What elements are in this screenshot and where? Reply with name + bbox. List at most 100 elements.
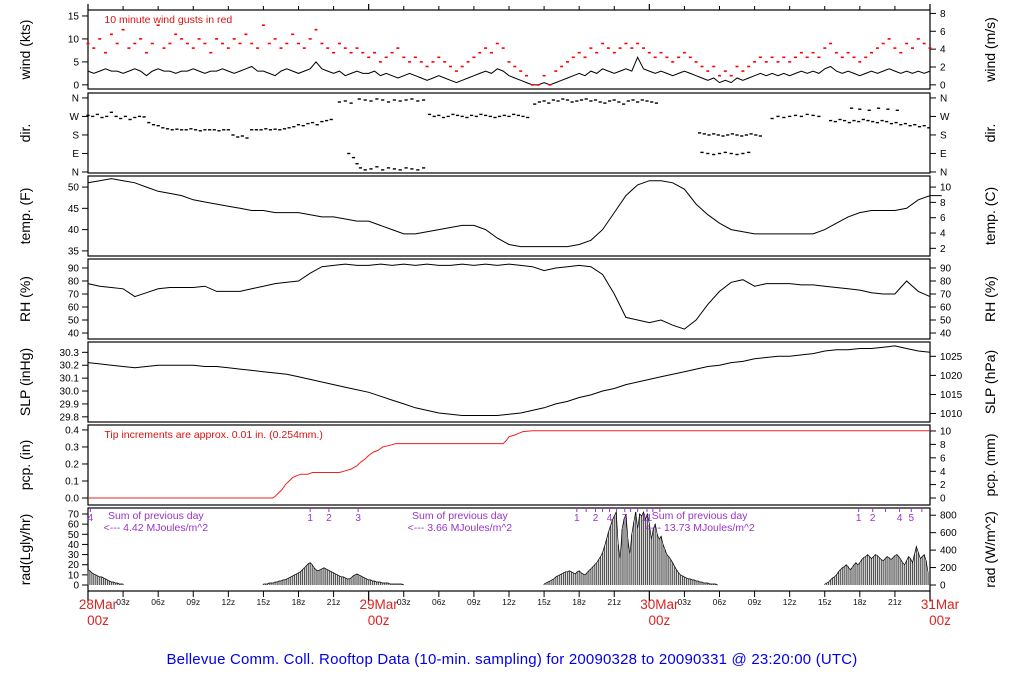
ytick-left-rad: 70: [68, 509, 80, 520]
hour-label: 15z: [818, 597, 832, 607]
ytick-left-dir: W: [70, 112, 80, 123]
rad-sum-label: Sum of previous day: [108, 510, 204, 522]
ytick-left-pcp: 0.1: [65, 477, 79, 488]
ytick-right-rh: 40: [940, 329, 952, 340]
ytick-left-rad: 40: [68, 540, 80, 551]
rad-sum-value: <--- 3.66 MJoules/m^2: [408, 522, 513, 534]
axis-title-right-temp: temp. (C): [982, 187, 998, 245]
axis-title-left-rad: rad(Lgly/hr): [17, 514, 33, 586]
ytick-right-wind: 0: [940, 80, 946, 91]
ytick-right-temp: 2: [940, 244, 946, 255]
ytick-left-temp: 40: [68, 225, 80, 236]
hour-label: 03z: [397, 597, 411, 607]
hour-label: 12z: [221, 597, 235, 607]
ytick-right-slp: 1010: [940, 409, 963, 420]
hour-label: 21z: [607, 597, 621, 607]
ytick-left-rad: 10: [68, 570, 80, 581]
ytick-right-dir: S: [940, 130, 947, 141]
hour-label: 03z: [116, 597, 130, 607]
rad-sum-value: <--- 13.73 MJoules/m^2: [644, 522, 754, 534]
axis-title-right-rad: rad (W/m^2): [982, 511, 998, 588]
axis-title-right-dir: dir.: [982, 124, 998, 143]
ytick-left-dir: N: [72, 93, 79, 104]
hour-label: 09z: [467, 597, 481, 607]
ytick-right-slp: 1020: [940, 371, 963, 382]
hour-label: 09z: [186, 597, 200, 607]
ytick-left-slp: 29.8: [60, 412, 80, 423]
ytick-right-temp: 4: [940, 229, 946, 240]
ytick-right-rad: 200: [940, 563, 957, 574]
ytick-left-temp: 50: [68, 183, 80, 194]
ytick-right-rh: 60: [940, 303, 952, 314]
rad-mj-mark: 3: [355, 513, 361, 524]
axis-title-right-wind: wind (m/s): [982, 17, 998, 83]
axis-title-left-slp: SLP (inHg): [17, 348, 33, 416]
day-label: 30Mar: [640, 597, 679, 612]
ytick-right-pcp: 10: [940, 426, 952, 437]
ytick-left-slp: 29.9: [60, 399, 80, 410]
ytick-right-pcp: 4: [940, 467, 946, 478]
ytick-right-rh: 50: [940, 316, 952, 327]
panel-rad: 0102030405060700200400600800rad(Lgly/hr)…: [17, 507, 998, 592]
ytick-left-slp: 30.2: [60, 361, 80, 372]
rad-sum-label: Sum of previous day: [412, 510, 508, 522]
ytick-right-rad: 400: [940, 546, 957, 557]
hour-label: 18z: [853, 597, 867, 607]
ytick-left-pcp: 0.0: [65, 494, 79, 505]
rad-mj-mark: 7: [622, 513, 628, 524]
ytick-left-wind: 0: [73, 80, 79, 91]
hour-label: 06z: [151, 597, 165, 607]
axis-title-right-rh: RH (%): [982, 276, 998, 322]
hour-label: 21z: [888, 597, 902, 607]
ytick-right-dir: N: [940, 167, 947, 178]
ytick-left-slp: 30.3: [60, 348, 80, 359]
ytick-left-rad: 60: [68, 520, 80, 531]
day-label: 29Mar: [360, 597, 399, 612]
hour-label: 15z: [537, 597, 551, 607]
ytick-left-pcp: 0.2: [65, 459, 79, 470]
hour-label: 12z: [502, 597, 516, 607]
weather-station-plot-screen: 0 5 10 15 0 2 4 6 8 wind (kts) wind (m/s) 10 minute…: [0, 0, 1024, 700]
hour-label: 03z: [678, 597, 692, 607]
rad-sum-value: <--- 4.42 MJoules/m^2: [104, 522, 209, 534]
ytick-right-rad: 0: [940, 581, 946, 592]
ytick-right-rh: 90: [940, 263, 952, 274]
rad-mj-mark: 4: [607, 513, 613, 524]
day-label: 28Mar: [79, 597, 118, 612]
rad-mj-mark: 1: [574, 513, 580, 524]
panel-dir: NWSENNWSENdir. dir.: [17, 92, 998, 178]
rad-mj-mark: 1: [856, 513, 862, 524]
hour-label: 18z: [292, 597, 306, 607]
ytick-left-slp: 30.0: [60, 387, 80, 398]
panel-pcp: 0.0 0.1 0.2 0.3 0.4 0 2 4 6 8 10 pcp. (in) pcp. (mm)…: [17, 424, 998, 506]
ytick-left-rh: 60: [68, 303, 80, 314]
axis-title-right-pcp: pcp. (mm): [982, 434, 998, 497]
ytick-left-rad: 20: [68, 560, 80, 571]
ytick-left-temp: 45: [68, 204, 80, 215]
panel-wind: 0 5 10 15 0 2 4 6 8 wind (kts) wind (m/s) 10 minute…: [17, 9, 998, 91]
ytick-left-pcp: 0.3: [65, 442, 79, 453]
panel-slp: 29.8 29.930.0 30.1 30.2 30.3 1010 1015 1020 1025…: [17, 341, 998, 423]
day-label-hour: 00z: [648, 613, 670, 628]
rad-mj-mark: 11: [642, 513, 653, 524]
axis-title-left-dir: dir.: [17, 124, 33, 143]
multi-panel-weather-chart: 05101502468wind (kts) wind (m/s)10 minute…: [17, 4, 998, 628]
ytick-right-dir: E: [940, 149, 947, 160]
hour-label: 06z: [713, 597, 727, 607]
ytick-right-pcp: 6: [940, 453, 946, 464]
chart-title: Bellevue Comm. Coll. Rooftop Data (10-mi…: [166, 651, 858, 668]
wind-gust-note: 10 minute wind gusts in red: [104, 14, 232, 26]
pcp-tip-note: Tip increments are approx. 0.01 in. (0.2…: [104, 429, 322, 441]
axis-title-right-slp: SLP (hPa): [982, 350, 998, 414]
ytick-left-wind: 5: [73, 57, 79, 68]
axis-title-left-temp: temp. (F): [17, 188, 33, 245]
ytick-left-dir: E: [72, 149, 79, 160]
ytick-right-rad: 800: [940, 511, 957, 522]
day-label-hour: 00z: [87, 613, 109, 628]
ytick-left-rad: 50: [68, 530, 80, 541]
axis-title-left-pcp: pcp. (in): [17, 440, 33, 491]
panel-rh: 40 50 60 70 80 90 40 50 60 70 80 90 RH (%) RH (%): [17, 258, 998, 340]
hour-label: 06z: [432, 597, 446, 607]
rad-mj-mark: 4: [897, 513, 903, 524]
rad-mj-mark: 2: [326, 513, 332, 524]
